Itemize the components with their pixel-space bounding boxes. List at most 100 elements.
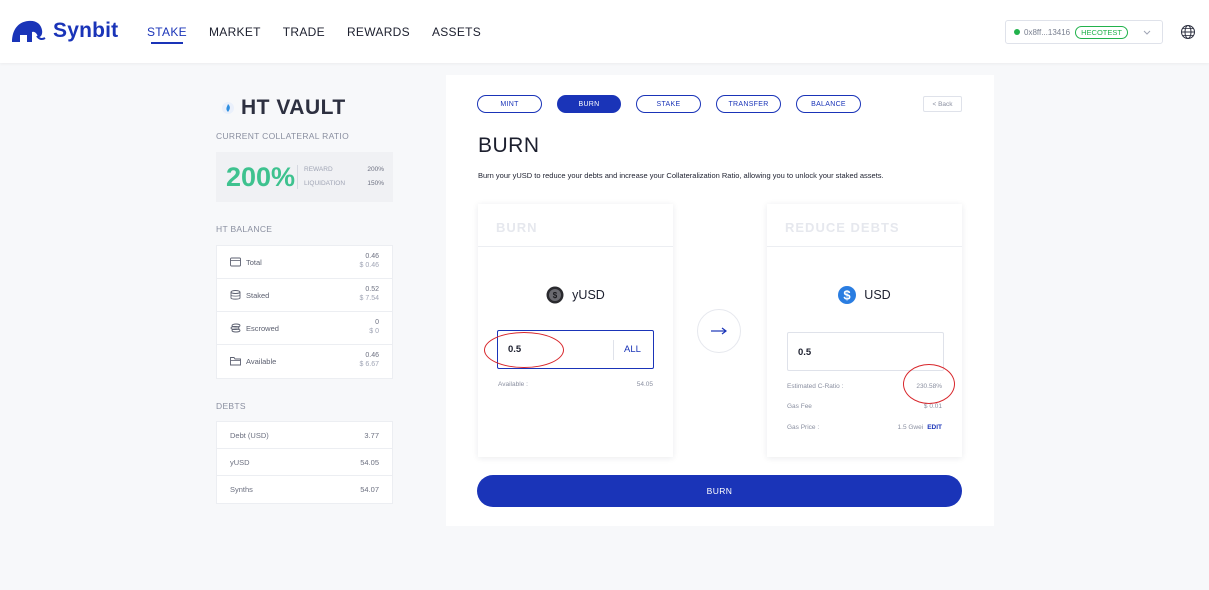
liquidation-ratio-value: 150%: [367, 180, 384, 187]
nav-stake[interactable]: STAKE: [147, 25, 187, 44]
balance-label: Staked: [246, 291, 270, 300]
svg-text:$: $: [553, 291, 558, 300]
debt-row-usd: Debt (USD) 3.77: [217, 422, 392, 449]
tab-mint[interactable]: MINT: [477, 95, 542, 113]
gas-price-group: 1.5 Gwei EDIT: [898, 424, 942, 431]
balance-usd: $ 0: [369, 328, 379, 335]
wallet-address: 0x8ff...13416: [1024, 27, 1071, 37]
collateral-ratio-box: 200% REWARD 200% LIQUIDATION 150%: [216, 152, 393, 202]
reward-ratio-value: 200%: [367, 166, 384, 173]
available-value: 54.05: [636, 381, 653, 388]
balance-row-total: Total 0.46 $ 0.46: [217, 246, 392, 279]
ht-balance-list: Total 0.46 $ 0.46 Staked 0.52 $ 7.54 Esc…: [216, 245, 393, 379]
folder-icon: [230, 357, 241, 366]
c-ratio-label: Estimated C-Ratio :: [787, 383, 844, 390]
nav-trade[interactable]: TRADE: [283, 25, 325, 39]
burn-submit-button[interactable]: BURN: [477, 475, 962, 507]
brand-name: Synbit: [53, 19, 119, 42]
debt-label: Synths: [230, 485, 253, 494]
back-button[interactable]: < Back: [923, 96, 962, 112]
vault-title: HT VAULT: [221, 96, 346, 120]
balance-amount: 0.46: [365, 352, 379, 359]
reduce-debts-card: REDUCE DEBTS $ USD 0.5 Estimated C-Ratio…: [767, 204, 962, 457]
ht-balance-label: HT BALANCE: [216, 224, 273, 234]
page-description: Burn your yUSD to reduce your debts and …: [478, 171, 884, 180]
balance-amount: 0.52: [365, 286, 379, 293]
card-divider: [767, 246, 962, 247]
balance-label: Escrowed: [246, 324, 279, 333]
tab-burn[interactable]: BURN: [557, 95, 621, 113]
tab-transfer[interactable]: TRANSFER: [716, 95, 781, 113]
balance-amount: 0: [375, 319, 379, 326]
annotation-circle: [903, 364, 955, 404]
gas-fee-row: Gas Fee $ 0.01: [787, 403, 942, 410]
balance-usd: $ 6.67: [359, 361, 379, 368]
liquidation-ratio-row: LIQUIDATION 150%: [304, 180, 384, 187]
card-divider: [478, 246, 673, 247]
reward-ratio-label: REWARD: [304, 166, 333, 173]
main-nav: STAKE MARKET TRADE REWARDS ASSETS: [147, 25, 503, 44]
balance-label: Available: [246, 357, 277, 366]
reward-ratio-row: REWARD 200%: [304, 166, 384, 173]
balance-label: Total: [246, 258, 262, 267]
coins-icon: [230, 323, 241, 333]
nav-rewards[interactable]: REWARDS: [347, 25, 410, 39]
usd-token-icon: $: [838, 286, 857, 304]
debt-value: 3.77: [364, 431, 379, 440]
ratio-divider: [297, 165, 298, 189]
network-badge: HECOTEST: [1075, 25, 1128, 39]
balance-row-staked: Staked 0.52 $ 7.54: [217, 279, 392, 312]
reduce-token: $ USD: [767, 286, 962, 304]
burn-token: $ yUSD: [478, 286, 673, 304]
top-navbar: Synbit STAKE MARKET TRADE REWARDS ASSETS…: [0, 0, 1209, 63]
balance-amount: 0.46: [365, 253, 379, 260]
debts-label: DEBTS: [216, 401, 246, 411]
gas-fee-label: Gas Fee: [787, 403, 812, 410]
collateral-ratio-label: CURRENT COLLATERAL RATIO: [216, 131, 349, 141]
nav-market[interactable]: MARKET: [209, 25, 261, 39]
brand-logo[interactable]: Synbit: [10, 18, 118, 44]
globe-icon[interactable]: [1180, 24, 1196, 40]
edit-gas-link[interactable]: EDIT: [927, 424, 942, 431]
debt-row-synths: Synths 54.07: [217, 476, 392, 503]
debt-value: 54.07: [360, 485, 379, 494]
burn-card-title: BURN: [496, 220, 538, 235]
vault-title-text: HT VAULT: [241, 96, 346, 119]
debt-label: Debt (USD): [230, 431, 269, 440]
elephant-logo-icon: [12, 20, 46, 42]
debt-value: 54.05: [360, 458, 379, 467]
arrow-connector: [697, 309, 741, 353]
balance-row-escrowed: Escrowed 0 $ 0: [217, 312, 392, 345]
balance-row-available: Available 0.46 $ 6.67: [217, 345, 392, 378]
svg-text:$: $: [844, 288, 852, 303]
chevron-down-icon: [1143, 30, 1151, 35]
gas-fee-value: $ 0.01: [923, 403, 942, 410]
debt-row-yusd: yUSD 54.05: [217, 449, 392, 476]
collateral-ratio-value: 200%: [226, 162, 296, 192]
all-button[interactable]: ALL: [624, 344, 641, 355]
input-divider: [613, 340, 614, 360]
burn-token-label: yUSD: [572, 288, 605, 302]
tab-stake[interactable]: STAKE: [636, 95, 701, 113]
burn-panel: MINT BURN STAKE TRANSFER BALANCE < Back …: [446, 75, 994, 526]
debts-list: Debt (USD) 3.77 yUSD 54.05 Synths 54.07: [216, 421, 393, 504]
tab-balance[interactable]: BALANCE: [796, 95, 861, 113]
page-title: BURN: [478, 134, 540, 157]
available-row: Available : 54.05: [498, 381, 653, 388]
reduce-token-label: USD: [864, 288, 891, 302]
gas-price-label: Gas Price :: [787, 424, 820, 431]
wallet-icon: [230, 257, 241, 267]
burn-card: BURN $ yUSD 0.5 ALL Available : 54.05: [478, 204, 673, 457]
balance-usd: $ 7.54: [359, 295, 379, 302]
balance-usd: $ 0.46: [359, 262, 379, 269]
annotation-circle: [484, 332, 564, 368]
wallet-selector[interactable]: 0x8ff...13416 HECOTEST: [1005, 20, 1163, 44]
liquidation-ratio-label: LIQUIDATION: [304, 180, 346, 187]
ht-token-icon: [222, 102, 234, 114]
nav-assets[interactable]: ASSETS: [432, 25, 481, 39]
arrow-right-icon: [711, 327, 727, 335]
debt-label: yUSD: [230, 458, 250, 467]
available-label: Available :: [498, 381, 528, 388]
gas-price-value: 1.5 Gwei: [897, 424, 924, 431]
reduce-amount-value: 0.5: [798, 347, 812, 358]
